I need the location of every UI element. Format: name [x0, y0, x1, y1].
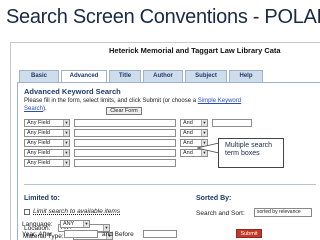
search-term-input[interactable] [74, 129, 176, 137]
screenshot-frame: Heterick Memorial and Taggart Law Librar… [10, 42, 320, 240]
field-select[interactable]: Any Field ▼ [24, 159, 70, 167]
field-select[interactable]: Any Field ▼ [24, 149, 70, 157]
chevron-down-icon: ▼ [63, 140, 69, 146]
clear-form-button[interactable]: Clear Form [106, 107, 142, 115]
limit-available-checkbox[interactable] [24, 209, 30, 215]
instructions-tail: ). [43, 106, 47, 112]
boolean-select-value: And [183, 130, 193, 136]
advanced-search-panel: Advanced Keyword Search Please fill in t… [17, 82, 320, 240]
boolean-select[interactable]: And ▼ [180, 119, 208, 127]
slide-title: Search Screen Conventions - POLAR [6, 6, 320, 28]
catalog-header: Heterick Memorial and Taggart Law Librar… [11, 43, 320, 57]
tab-bar: Basic Advanced Title Author Subject Help [19, 70, 263, 82]
year-after-input[interactable] [64, 230, 98, 238]
boolean-select-value: And [183, 140, 193, 146]
year-after-label: Year: After [22, 231, 53, 238]
boolean-select-value: And [183, 150, 193, 156]
instructions-text: Please fill in the form, select limits, … [24, 98, 197, 104]
search-term-input[interactable] [212, 119, 252, 127]
search-and-sort-label: Search and Sort: [196, 210, 245, 217]
boolean-select[interactable]: And ▼ [180, 129, 208, 137]
limited-to-label: Limited to: [24, 195, 60, 202]
chevron-down-icon: ▼ [83, 221, 89, 227]
tab-advanced[interactable]: Advanced [61, 70, 107, 82]
search-term-input[interactable] [74, 119, 176, 127]
callout-pointer [197, 143, 219, 153]
field-select[interactable]: Any Field ▼ [24, 119, 70, 127]
field-select[interactable]: Any Field ▼ [24, 129, 70, 137]
search-term-input[interactable] [74, 139, 176, 147]
tab-help[interactable]: Help [229, 70, 263, 82]
sorted-by-label: Sorted By: [196, 195, 232, 202]
chevron-down-icon: ▼ [63, 160, 69, 166]
limit-available-label: Limit search to available items [33, 208, 121, 215]
field-select[interactable]: Any Field ▼ [24, 139, 70, 147]
chevron-down-icon: ▼ [63, 150, 69, 156]
tab-title[interactable]: Title [109, 70, 141, 82]
tab-author[interactable]: Author [143, 70, 183, 82]
chevron-down-icon: ▼ [63, 120, 69, 126]
search-term-input[interactable] [74, 159, 176, 167]
field-select-value: Any Field [27, 160, 50, 166]
section-divider [24, 184, 316, 185]
chevron-down-icon: ▼ [201, 120, 207, 126]
field-select-value: Any Field [27, 130, 50, 136]
search-term-input[interactable] [74, 149, 176, 157]
field-select-value: Any Field [27, 150, 50, 156]
chevron-down-icon: ▼ [201, 130, 207, 136]
boolean-select-value: And [183, 120, 193, 126]
callout-box: Multiple search term boxes [218, 138, 284, 168]
sort-select[interactable]: sorted by relevance [254, 208, 312, 217]
catalog-title: Heterick Memorial and Taggart Law Librar… [109, 46, 281, 55]
language-select-value: ANY [63, 221, 75, 227]
chevron-down-icon: ▼ [63, 130, 69, 136]
page-heading: Advanced Keyword Search [24, 87, 121, 96]
year-before-label: and Before [102, 231, 134, 238]
year-before-input[interactable] [143, 230, 177, 238]
submit-button[interactable]: Submit [236, 229, 262, 238]
field-select-value: Any Field [27, 140, 50, 146]
tab-subject[interactable]: Subject [185, 70, 227, 82]
tab-basic[interactable]: Basic [19, 70, 59, 82]
language-label: Language: [22, 221, 53, 228]
field-select-value: Any Field [27, 120, 50, 126]
language-select[interactable]: ANY ▼ [60, 220, 90, 228]
instructions: Please fill in the form, select limits, … [24, 97, 264, 113]
